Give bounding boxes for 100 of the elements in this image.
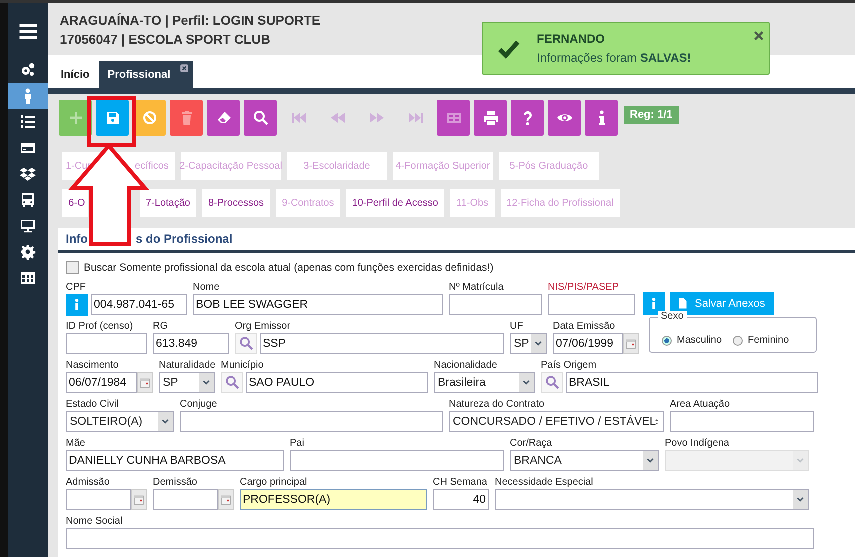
gears-icon	[20, 62, 36, 78]
gear-icon	[20, 244, 36, 260]
field-label: Estado Civil	[66, 398, 119, 410]
input-field[interactable]: 004.987.041-65	[91, 294, 187, 315]
bus-icon	[20, 192, 36, 208]
prohibition-icon	[142, 110, 158, 126]
input-field[interactable]: BRASIL	[566, 372, 818, 393]
tab[interactable]: Início	[52, 61, 99, 88]
printer-icon	[482, 110, 498, 126]
section-tab[interactable]: 6-O	[62, 189, 88, 217]
field-label: Natureza do Contrato	[449, 398, 545, 410]
calendar-icon	[625, 338, 637, 350]
dropdown[interactable]: SP	[510, 333, 547, 354]
field-label: Nascimento	[66, 358, 119, 372]
radio-button[interactable]	[662, 336, 672, 346]
input-field[interactable]: DANIELLY CUNHA BARBOSA	[66, 450, 284, 471]
info-button[interactable]	[66, 294, 88, 316]
monitor-icon	[20, 218, 36, 234]
calendar-button[interactable]	[218, 489, 234, 510]
section-tab[interactable]: 8-Processos	[202, 189, 270, 217]
skip-forward-icon	[408, 110, 424, 126]
close-icon	[753, 30, 765, 42]
hamburger-icon	[18, 22, 38, 42]
input-field[interactable]: SAO PAULO	[246, 372, 428, 393]
field-label: Necessidade Especial	[495, 476, 594, 488]
field-label: Município	[221, 358, 264, 372]
skip-back-icon	[290, 110, 306, 126]
input-field[interactable]: SSP	[260, 333, 504, 354]
field-label: Conjuge	[180, 398, 218, 410]
input-field[interactable]: 40	[433, 489, 489, 510]
calendar-button[interactable]	[137, 372, 153, 393]
input-field[interactable]: 613.849	[153, 333, 229, 354]
notification-message: Informações foram SALVAS!	[537, 51, 692, 65]
date-field[interactable]	[153, 489, 218, 510]
input-field[interactable]	[449, 294, 542, 315]
calendar-icon	[133, 494, 145, 506]
date-field[interactable]: 07/06/1999	[553, 333, 623, 354]
dropdown[interactable]: SOLTEIRO(A)	[66, 411, 174, 432]
field-label: Pai	[290, 436, 304, 450]
search-icon	[252, 110, 268, 126]
calendar-icon	[139, 376, 151, 388]
dropdown[interactable]: CONCURSADO / EFETIVO / ESTÁVEL	[449, 411, 664, 432]
input-field[interactable]: BOB LEE SWAGGER	[193, 294, 443, 315]
input-field[interactable]	[66, 528, 814, 549]
field-label: Nº Matrícula	[449, 280, 504, 294]
field-label: RG	[153, 320, 168, 332]
search-button[interactable]	[235, 333, 257, 354]
section-tab[interactable]: 7-Lotação	[140, 189, 196, 217]
field-label: CPF	[66, 280, 86, 294]
info-button[interactable]	[585, 100, 618, 136]
view-button[interactable]	[548, 100, 581, 136]
calendar-button[interactable]	[623, 333, 639, 354]
field-label: Data Emissão	[553, 320, 616, 332]
field-label: Demissão	[153, 476, 198, 488]
section-tab[interactable]: 10-Perfil de Acesso	[346, 189, 444, 217]
input-field[interactable]: PROFESSOR(A)	[240, 489, 427, 510]
dropdown[interactable]: Brasileira	[434, 372, 535, 393]
record-counter: Reg: 1/1	[624, 106, 679, 124]
save-button[interactable]	[96, 100, 129, 136]
date-field[interactable]: 06/07/1984	[66, 372, 137, 393]
magnifier-icon	[224, 375, 240, 390]
print-button[interactable]	[474, 100, 507, 136]
field-label: Nacionalidade	[434, 358, 498, 372]
radio-label: Feminino	[748, 335, 790, 346]
search-button[interactable]	[244, 100, 277, 136]
header-text: 17056047 | ESCOLA SPORT CLUB	[60, 31, 271, 49]
field-label: País Origem	[541, 358, 597, 372]
boxes-icon	[20, 166, 36, 182]
input-field[interactable]	[180, 411, 443, 432]
field-label: CH Semana	[433, 476, 488, 488]
field-label: ID Prof (censo)	[66, 320, 134, 332]
dropdown[interactable]: BRANCA	[510, 450, 659, 471]
close-button[interactable]	[753, 30, 765, 42]
date-field[interactable]	[66, 489, 131, 510]
search-button[interactable]	[221, 372, 243, 393]
radio-button[interactable]	[733, 336, 744, 346]
dropdown[interactable]	[495, 489, 809, 510]
tab[interactable]: Profissional	[98, 61, 193, 88]
search-button[interactable]	[541, 372, 563, 393]
checkbox-label: Buscar Somente profissional da escola atual (apenas com funções exercidas definidas!)	[84, 262, 494, 274]
dropdown[interactable]: SP	[159, 372, 215, 393]
input-field[interactable]	[66, 333, 147, 354]
section-title: Info s do Profissional	[66, 232, 233, 246]
field-label: Mãe	[66, 436, 86, 450]
magnifier-icon	[544, 375, 560, 390]
field-label: Cor/Raça	[510, 436, 552, 450]
notification-title: FERNANDO	[537, 32, 605, 46]
input-field[interactable]	[548, 294, 635, 315]
eraser-icon	[216, 110, 232, 126]
clear-button[interactable]	[207, 100, 240, 136]
help-button[interactable]	[511, 100, 544, 136]
cancel-button[interactable]	[133, 100, 166, 136]
input-field[interactable]	[670, 411, 814, 432]
calendar-button[interactable]	[131, 489, 147, 510]
fast-forward-icon	[368, 110, 384, 126]
field-label: Org Emissor	[235, 320, 291, 332]
checkbox[interactable]	[66, 261, 79, 274]
document-icon	[677, 296, 689, 311]
card-icon	[20, 140, 36, 156]
input-field[interactable]	[290, 450, 504, 471]
